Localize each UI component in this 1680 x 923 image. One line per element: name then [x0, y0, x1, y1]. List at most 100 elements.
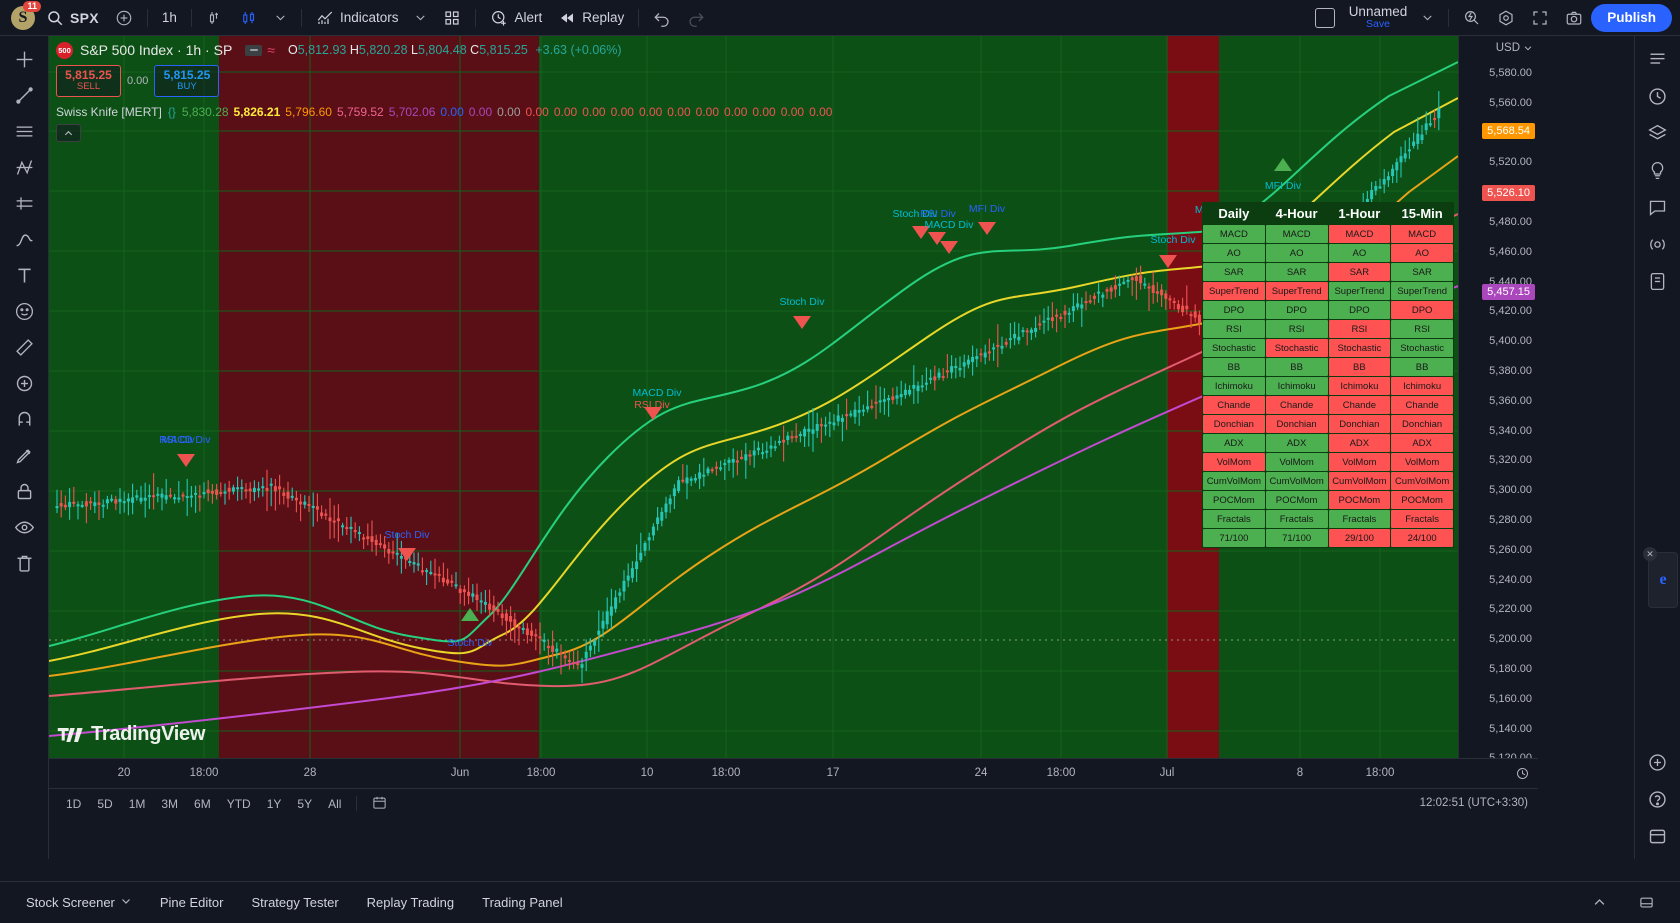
divergence-label: Stoch Div [1151, 234, 1196, 246]
broadcast-icon[interactable] [1640, 227, 1676, 261]
date-range-all[interactable]: All [321, 794, 348, 814]
drawing-mode-tool[interactable] [5, 438, 43, 472]
time-axis[interactable]: 2018:0028Jun18:001018:00172418:00Jul818:… [49, 758, 1538, 788]
expand-panel-button[interactable] [1580, 889, 1619, 916]
sell-button[interactable]: 5,815.25 SELL [56, 65, 121, 97]
layout-checkbox-button[interactable] [1307, 4, 1343, 32]
timeframe-button[interactable]: 1h [154, 4, 185, 32]
chart-settings-button[interactable] [1489, 4, 1523, 32]
symbol-legend-row[interactable]: 500 S&P 500 Index · 1h · SP ≈ O5,812.93 … [56, 40, 837, 60]
tradingview-logo-button[interactable]: S 11 [8, 3, 38, 33]
trendline-tool[interactable] [5, 78, 43, 112]
horizontal-lines-tool[interactable] [5, 114, 43, 148]
emoji-tool[interactable] [5, 294, 43, 328]
notification-badge: 11 [23, 1, 41, 13]
layout-icon[interactable] [1640, 819, 1676, 853]
crosshair-tool[interactable] [5, 42, 43, 76]
alert-button[interactable]: Alert [482, 4, 550, 32]
divider [147, 9, 148, 27]
dashboard-cell: MACD [1203, 225, 1265, 243]
help-icon[interactable] [1640, 782, 1676, 816]
forecast-tool[interactable] [5, 186, 43, 220]
bottom-tab-strategy-tester[interactable]: Strategy Tester [239, 889, 350, 916]
price-axis-label: 5,300.00 [1489, 484, 1532, 496]
divergence-label: RSI Div [159, 434, 195, 446]
layout-name-button[interactable]: Unnamed Save [1343, 5, 1414, 30]
currency-selector[interactable]: USD [1496, 42, 1533, 54]
alert-clock-icon [490, 9, 508, 27]
chat-icon[interactable] [1640, 190, 1676, 224]
chart-type-dropdown[interactable] [266, 4, 295, 32]
price-axis[interactable]: USD 5,580.005,560.005,540.005,520.005,50… [1458, 36, 1538, 758]
hotlists-icon[interactable] [1640, 745, 1676, 779]
ohlc-values: O5,812.93 H5,820.28 L5,804.48 C5,815.25 … [288, 43, 622, 57]
zoom-tool[interactable] [5, 366, 43, 400]
bottom-tab-label: Pine Editor [160, 895, 224, 910]
chart-type-button[interactable] [198, 4, 232, 32]
redo-button[interactable] [679, 4, 713, 32]
layout-save-link[interactable]: Save [1366, 19, 1390, 30]
date-range-1d[interactable]: 1D [59, 794, 88, 814]
date-range-1y[interactable]: 1Y [260, 794, 289, 814]
fullscreen-button[interactable] [1523, 4, 1557, 32]
time-axis-label: 8 [1297, 767, 1303, 779]
publish-button[interactable]: Publish [1591, 4, 1672, 32]
layers-icon[interactable] [1640, 116, 1676, 150]
indicators-button[interactable]: Indicators [308, 4, 407, 32]
time-settings-icon[interactable] [1515, 766, 1530, 786]
measure-tool[interactable] [5, 330, 43, 364]
buy-button[interactable]: 5,815.25 BUY [154, 65, 219, 97]
indicators-dropdown[interactable] [406, 4, 435, 32]
chart-pane[interactable]: 500 S&P 500 Index · 1h · SP ≈ O5,812.93 … [49, 36, 1458, 758]
replay-button[interactable]: Replay [550, 4, 632, 32]
checkbox-icon [1315, 8, 1335, 28]
legend-controls[interactable]: ≈ [245, 42, 275, 58]
price-axis-label: 5,360.00 [1489, 395, 1532, 407]
screenshot-button[interactable] [1557, 4, 1591, 32]
dashboard-cell: RSI [1329, 320, 1391, 338]
chevron-down-icon [1523, 43, 1533, 53]
magnet-tool[interactable] [5, 402, 43, 436]
bottom-tab-pine-editor[interactable]: Pine Editor [148, 889, 236, 916]
bottom-tab-stock-screener[interactable]: Stock Screener [14, 889, 144, 916]
dashboard-cell: SAR [1203, 263, 1265, 281]
date-range-1m[interactable]: 1M [122, 794, 153, 814]
floating-extension-badge[interactable]: ✕ e [1648, 552, 1678, 608]
symbol-search-button[interactable]: SPX [38, 4, 107, 32]
hide-series-icon[interactable] [245, 45, 262, 56]
dashboard-score-cell: 71/100 [1203, 529, 1265, 547]
dashboard-cell: Donchian [1329, 415, 1391, 433]
series-settings-icon[interactable]: ≈ [267, 42, 275, 58]
dashboard-cell: SAR [1266, 263, 1328, 281]
quick-search-button[interactable] [1455, 4, 1489, 32]
date-range-ytd[interactable]: YTD [220, 794, 258, 814]
notes-icon[interactable] [1640, 264, 1676, 298]
close-icon[interactable]: ✕ [1643, 547, 1657, 561]
date-range-5d[interactable]: 5D [90, 794, 119, 814]
text-tool[interactable] [5, 258, 43, 292]
goto-date-button[interactable] [365, 792, 394, 816]
collapse-legend-button[interactable] [56, 124, 81, 142]
indicator-legend-row[interactable]: Swiss Knife [MERT] {} 5,830.285,826.215,… [56, 105, 837, 119]
bottom-tab-trading-panel[interactable]: Trading Panel [470, 889, 574, 916]
hide-tool[interactable] [5, 510, 43, 544]
layout-dropdown[interactable] [1413, 4, 1442, 32]
multi-timeframe-dashboard[interactable]: Daily4-Hour1-Hour15-Min MACDMACDMACDMACD… [1202, 202, 1454, 548]
alerts-icon[interactable] [1640, 79, 1676, 113]
maximize-panel-button[interactable] [1627, 889, 1666, 916]
chevron-down-icon[interactable] [120, 895, 132, 910]
brush-tool[interactable] [5, 222, 43, 256]
lock-tool[interactable] [5, 474, 43, 508]
chart-type-selected-button[interactable] [232, 4, 266, 32]
fib-tool[interactable] [5, 150, 43, 184]
add-symbol-button[interactable] [107, 4, 141, 32]
undo-button[interactable] [645, 4, 679, 32]
templates-button[interactable] [435, 4, 469, 32]
ideas-icon[interactable] [1640, 153, 1676, 187]
date-range-6m[interactable]: 6M [187, 794, 218, 814]
watchlist-icon[interactable] [1640, 42, 1676, 76]
date-range-3m[interactable]: 3M [154, 794, 185, 814]
trash-tool[interactable] [5, 546, 43, 580]
bottom-tab-replay-trading[interactable]: Replay Trading [355, 889, 466, 916]
date-range-5y[interactable]: 5Y [290, 794, 319, 814]
